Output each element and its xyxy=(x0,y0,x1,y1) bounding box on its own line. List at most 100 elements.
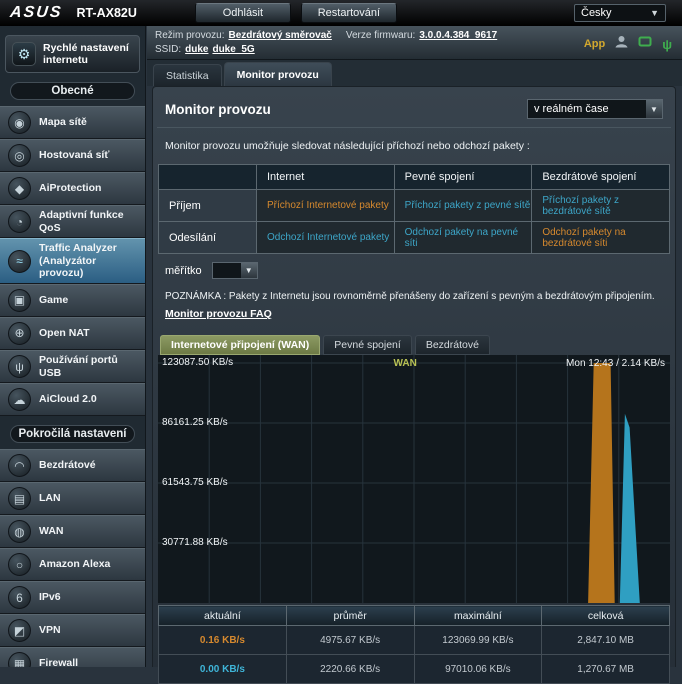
time-mode-value: v reálném čase xyxy=(528,103,645,115)
stats-value: 1,270.67 MB xyxy=(542,655,670,684)
sidebar-item-aiprotection[interactable]: ◆AiProtection xyxy=(0,172,145,205)
monitor-link-odchozi-internetove-pakety[interactable]: Odchozí Internetové pakety xyxy=(267,232,389,243)
monitor-table-corner xyxy=(159,165,257,190)
column-header-bezdratove-spojeni: Bezdrátové spojení xyxy=(532,165,670,190)
chart-timestamp: Mon 12:43 / 2.14 KB/s xyxy=(566,358,665,369)
content-panel: Monitor provozu v reálném čase ▼ Monitor… xyxy=(152,86,676,667)
scale-select[interactable]: ▼ xyxy=(212,262,258,279)
sidebar-item-firewall[interactable]: ▦Firewall xyxy=(0,647,145,667)
stats-header-celkova: celková xyxy=(542,606,670,626)
traffic-analyzer-icon: ≈ xyxy=(8,250,31,273)
ipv6-icon: 6 xyxy=(8,586,31,609)
stats-value: 4975.67 KB/s xyxy=(286,626,414,655)
ssid-24g-link[interactable]: duke xyxy=(185,44,208,55)
tab-statistika[interactable]: Statistika xyxy=(153,64,222,86)
monitor-link-prichozi-internetove-pakety[interactable]: Příchozí Internetové pakety xyxy=(267,200,389,211)
monitor-link-odchozi-pakety-na-bezdratove-siti[interactable]: Odchozí pakety na bezdrátové síti xyxy=(542,227,625,249)
language-select[interactable]: Česky ▼ xyxy=(574,4,666,22)
scale-row: měřítko ▼ xyxy=(165,262,663,279)
y-axis-label: 61543.75 KB/s xyxy=(162,477,228,488)
aiprotection-shield-icon: ◆ xyxy=(8,177,31,200)
sidebar-item-open-nat[interactable]: ⊕ Open NAT xyxy=(0,317,145,350)
sidebar-item-wan[interactable]: ◍ WAN xyxy=(0,515,145,548)
sidebar-sections: Obecné ◉Mapa sítě◎Hostovaná síť◆AiProtect… xyxy=(0,82,145,667)
sidebar-section-pokrocila-nastaveni: Pokročilá nastavení xyxy=(10,425,135,443)
faq-link[interactable]: Monitor provozu FAQ xyxy=(165,308,272,320)
network-status-icon[interactable] xyxy=(638,35,652,53)
stats-header-maximalni: maximální xyxy=(414,606,542,626)
ssid-label: SSID: xyxy=(155,44,181,55)
sidebar-item-label: Firewall xyxy=(39,657,78,667)
qos-gauge-icon: ◔ xyxy=(8,210,31,233)
sidebar-item-traffic-analyzer-analyzator-provozu[interactable]: ≈Traffic Analyzer (Analyzátor provozu) xyxy=(0,238,145,284)
chart-tab-internetove-pripojeni-wan[interactable]: Internetové připojení (WAN) xyxy=(160,335,320,355)
monitor-header-row: InternetPevné spojeníBezdrátové spojení xyxy=(159,165,670,190)
stats-value: 2220.66 KB/s xyxy=(286,655,414,684)
sidebar-item-bezdratove[interactable]: ◠Bezdrátové xyxy=(0,449,145,482)
info-bar: Režim provozu:Bezdrátový směrovačVerze f… xyxy=(147,26,682,60)
reboot-button[interactable]: Restartování xyxy=(301,3,397,23)
sidebar-item-mapa-site[interactable]: ◉Mapa sítě xyxy=(0,106,145,139)
sidebar-item-lan[interactable]: ▤LAN xyxy=(0,482,145,515)
sidebar-item-label: Adaptivní funkce QoS xyxy=(39,209,141,234)
stats-value: 97010.06 KB/s xyxy=(414,655,542,684)
note-text: POZNÁMKA : Pakety z Internetu jsou rovno… xyxy=(165,291,663,302)
sidebar-item-game[interactable]: ▣ Game xyxy=(0,284,145,317)
sidebar-item-vpn[interactable]: ◩VPN xyxy=(0,614,145,647)
stats-header-prumer: průměr xyxy=(286,606,414,626)
mode-label: Režim provozu: xyxy=(155,30,224,41)
sidebar-item-adaptivni-funkce-qos[interactable]: ◔ Adaptivní funkce QoS xyxy=(0,205,145,238)
chart-plot-area xyxy=(158,355,670,603)
sidebar-item-amazon-alexa[interactable]: ○Amazon Alexa xyxy=(0,548,145,581)
scale-label: měřítko xyxy=(165,265,202,277)
quick-setup-gear-icon: ⚙ xyxy=(12,42,36,66)
sidebar-item-aicloud-2-0[interactable]: ☁AiCloud 2.0 xyxy=(0,383,145,416)
sidebar-item-label: WAN xyxy=(39,525,64,538)
usb-icon: ψ xyxy=(8,355,31,378)
tab-monitor-provozu[interactable]: Monitor provozu xyxy=(224,62,332,86)
sidebar-item-label: IPv6 xyxy=(39,591,61,604)
time-mode-select[interactable]: v reálném čase ▼ xyxy=(527,99,663,119)
traffic-stats-table: aktuálníprůměrmaximálnícelková0.16 KB/s4… xyxy=(158,605,670,684)
monitor-link-prichozi-pakety-z-bezdratove-site[interactable]: Příchozí pakety z bezdrátové sítě xyxy=(542,195,619,217)
sidebar-item-hostovana-sit[interactable]: ◎Hostovaná síť xyxy=(0,139,145,172)
stats-header-row: aktuálníprůměrmaximálnícelková xyxy=(159,606,670,626)
monitor-table-body: PříjemPříchozí Internetové paketyPříchoz… xyxy=(159,190,670,254)
sidebar-item-ipv6[interactable]: 6 IPv6 xyxy=(0,581,145,614)
stats-value: 123069.99 KB/s xyxy=(414,626,542,655)
usb-status-icon[interactable]: ψ xyxy=(662,38,672,51)
sidebar-section-obecne: Obecné xyxy=(10,82,135,100)
logout-button[interactable]: Odhlásit xyxy=(195,3,291,23)
chart-tab-bezdratove[interactable]: Bezdrátové xyxy=(415,335,490,355)
sidebar-item-label: Mapa sítě xyxy=(39,116,87,129)
series-label: WAN xyxy=(394,358,417,369)
stats-table-body: 0.16 KB/s4975.67 KB/s123069.99 KB/s2,847… xyxy=(159,626,670,684)
stats-value: 0.16 KB/s xyxy=(159,626,287,655)
monitor-link-prichozi-pakety-z-pevne-site[interactable]: Příchozí pakety z pevné sítě xyxy=(405,200,531,211)
chevron-down-icon: ▼ xyxy=(650,8,659,18)
tab-bar: StatistikaMonitor provozu xyxy=(147,60,682,86)
open-nat-icon: ⊕ xyxy=(8,322,31,345)
wan-globe-icon: ◍ xyxy=(8,520,31,543)
sidebar-item-pouzivani-portu-usb[interactable]: ψPoužívání portů USB xyxy=(0,350,145,383)
monitor-cell: Odchozí Internetové pakety xyxy=(257,222,395,254)
operation-mode-link[interactable]: Bezdrátový směrovač xyxy=(228,30,331,41)
chart-tab-pevne-spojeni[interactable]: Pevné spojení xyxy=(323,335,412,355)
stats-row-2: 0.00 KB/s2220.66 KB/s97010.06 KB/s1,270.… xyxy=(159,655,670,684)
wireless-icon: ◠ xyxy=(8,454,31,477)
app-link[interactable]: App xyxy=(584,38,605,50)
ssid-5g-link[interactable]: duke_5G xyxy=(212,44,254,55)
monitor-cell: Příchozí Internetové pakety xyxy=(257,190,395,222)
sidebar-item-label: Hostovaná síť xyxy=(39,149,109,162)
traffic-chart: WAN Mon 12:43 / 2.14 KB/s 123087.50 KB/s… xyxy=(158,355,670,603)
firmware-version-link[interactable]: 3.0.0.4.384_9617 xyxy=(419,30,497,41)
quick-internet-setup-button[interactable]: ⚙ Rychlé nastavení internetu xyxy=(5,35,140,73)
monitor-link-odchozi-pakety-na-pevne-siti[interactable]: Odchozí pakety na pevné síti xyxy=(405,227,518,249)
user-icon[interactable] xyxy=(615,35,628,53)
sidebar-item-label: Open NAT xyxy=(39,327,90,340)
sidebar-item-label: Game xyxy=(39,294,68,307)
monitor-cell: Odchozí pakety na pevné síti xyxy=(394,222,532,254)
top-bar: ASUS RT-AX82U Odhlásit Restartování Česk… xyxy=(0,0,682,26)
game-controller-icon: ▣ xyxy=(8,289,31,312)
monitor-row-odesilani: OdesíláníOdchozí Internetové paketyOdcho… xyxy=(159,222,670,254)
